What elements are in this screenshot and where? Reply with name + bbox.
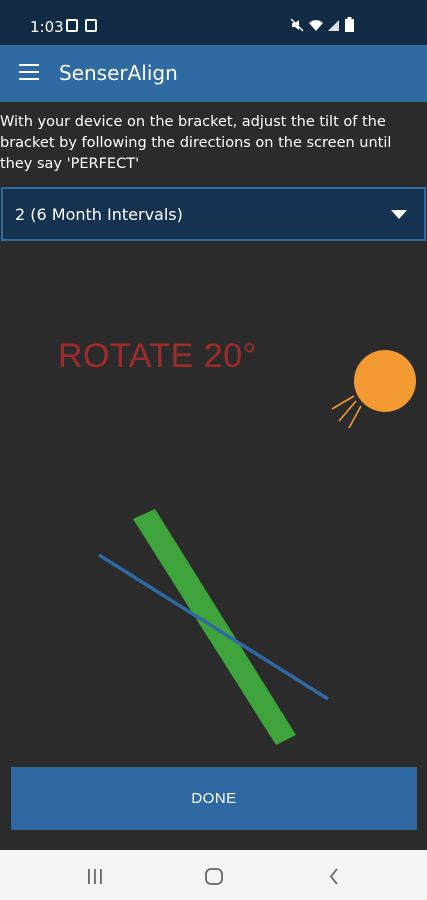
home-button[interactable] — [184, 850, 244, 900]
done-button[interactable]: DONE — [11, 767, 417, 830]
status-bar: 1:03 — [0, 0, 427, 45]
app-bar: SenserAlign — [0, 45, 427, 102]
mute-icon — [290, 18, 304, 32]
notification-icon — [85, 19, 97, 32]
wifi-icon — [309, 20, 323, 31]
signal-icon — [328, 20, 339, 31]
alignment-instruction: ROTATE 20° — [58, 337, 257, 375]
interval-select[interactable]: 2 (6 Month Intervals) — [1, 187, 426, 241]
hamburger-menu-icon[interactable] — [19, 64, 39, 80]
chevron-down-icon — [391, 210, 407, 219]
recent-apps-button[interactable] — [65, 850, 125, 900]
home-icon — [205, 868, 223, 885]
status-time: 1:03 — [30, 18, 64, 36]
sun-rays — [331, 395, 362, 429]
instructions-text: With your device on the bracket, adjust … — [0, 114, 392, 172]
battery-icon — [345, 17, 354, 32]
image-icon — [66, 19, 78, 32]
navigation-bar — [0, 850, 427, 900]
sun-icon — [354, 350, 416, 412]
alignment-scene — [0, 245, 427, 765]
app-title: SenserAlign — [59, 61, 178, 85]
target-line — [98, 553, 329, 701]
recent-apps-icon — [88, 869, 102, 884]
interval-select-value: 2 (6 Month Intervals) — [15, 205, 183, 224]
back-button[interactable] — [304, 850, 364, 900]
back-icon — [329, 868, 338, 885]
